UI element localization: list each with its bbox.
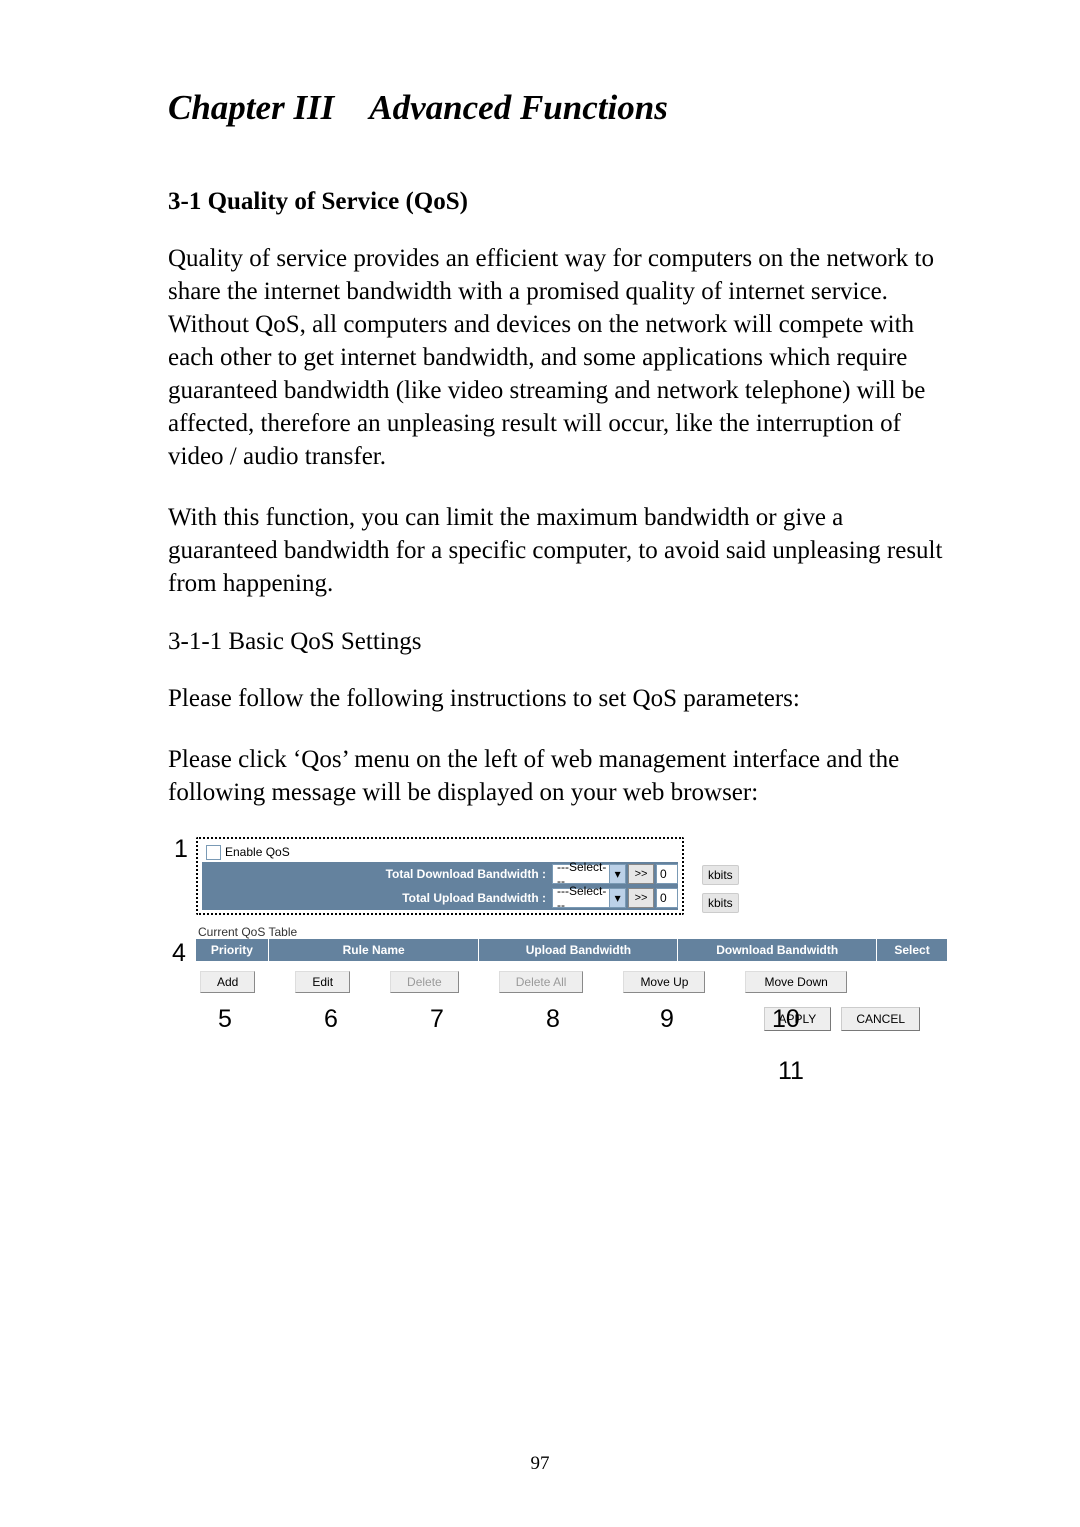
download-unit-label: kbits: [702, 865, 739, 885]
delete-all-button[interactable]: Delete All: [499, 971, 584, 993]
paragraph-4: Please click ‘Qos’ menu on the left of w…: [168, 743, 944, 809]
download-bw-input[interactable]: 0: [656, 864, 678, 884]
action-button-row: Add Edit Delete Delete All Move Up Move …: [200, 971, 948, 993]
section-title: 3-1 Quality of Service (QoS): [168, 188, 944, 216]
chapter-title: Chapter III Advanced Functions: [168, 88, 944, 128]
annot-8: 8: [546, 1005, 560, 1034]
col-rule-name: Rule Name: [269, 939, 480, 961]
qos-figure: 1 2 3 4 Enable QoS Total Download Bandwi…: [168, 837, 948, 1031]
paragraph-3: Please follow the following instructions…: [168, 682, 944, 715]
add-button[interactable]: Add: [200, 971, 255, 993]
download-bw-select[interactable]: ---Select--- ▾: [552, 864, 626, 884]
upload-unit-label: kbits: [702, 893, 739, 913]
upload-bw-select[interactable]: ---Select--- ▾: [552, 888, 626, 908]
chevron-down-icon: ▾: [609, 889, 625, 907]
annot-11: 11: [778, 1057, 804, 1086]
table-caption: Current QoS Table: [198, 925, 948, 939]
annot-1: 1: [174, 835, 188, 864]
paragraph-2: With this function, you can limit the ma…: [168, 501, 944, 600]
enable-qos-checkbox[interactable]: [206, 845, 221, 860]
annot-9: 9: [660, 1005, 674, 1034]
total-upload-label: Total Upload Bandwidth :: [202, 891, 552, 905]
download-apply-button[interactable]: >>: [628, 864, 654, 884]
upload-apply-button[interactable]: >>: [628, 888, 654, 908]
annot-6: 6: [324, 1005, 338, 1034]
chevron-down-icon: ▾: [609, 865, 625, 883]
col-select: Select: [877, 939, 948, 961]
move-up-button[interactable]: Move Up: [623, 971, 705, 993]
bandwidth-block: Enable QoS Total Download Bandwidth : --…: [196, 837, 976, 915]
edit-button[interactable]: Edit: [295, 971, 350, 993]
enable-qos-label: Enable QoS: [225, 845, 290, 859]
annot-5: 5: [218, 1005, 232, 1034]
annot-10: 10: [772, 1005, 800, 1034]
col-download-bw: Download Bandwidth: [678, 939, 877, 961]
col-upload-bw: Upload Bandwidth: [479, 939, 678, 961]
total-download-label: Total Download Bandwidth :: [202, 867, 552, 881]
cancel-button[interactable]: CANCEL: [841, 1007, 920, 1031]
delete-button[interactable]: Delete: [390, 971, 459, 993]
page-number: 97: [0, 1453, 1080, 1475]
col-priority: Priority: [196, 939, 269, 961]
move-down-button[interactable]: Move Down: [745, 971, 846, 993]
upload-bw-input[interactable]: 0: [656, 888, 678, 908]
qos-table-header: Priority Rule Name Upload Bandwidth Down…: [196, 939, 948, 961]
subsection-title: 3-1-1 Basic QoS Settings: [168, 628, 944, 656]
annot-7: 7: [430, 1005, 444, 1034]
annot-4: 4: [172, 939, 186, 968]
paragraph-1: Quality of service provides an efficient…: [168, 242, 944, 473]
upload-bw-select-value: ---Select---: [557, 884, 609, 912]
